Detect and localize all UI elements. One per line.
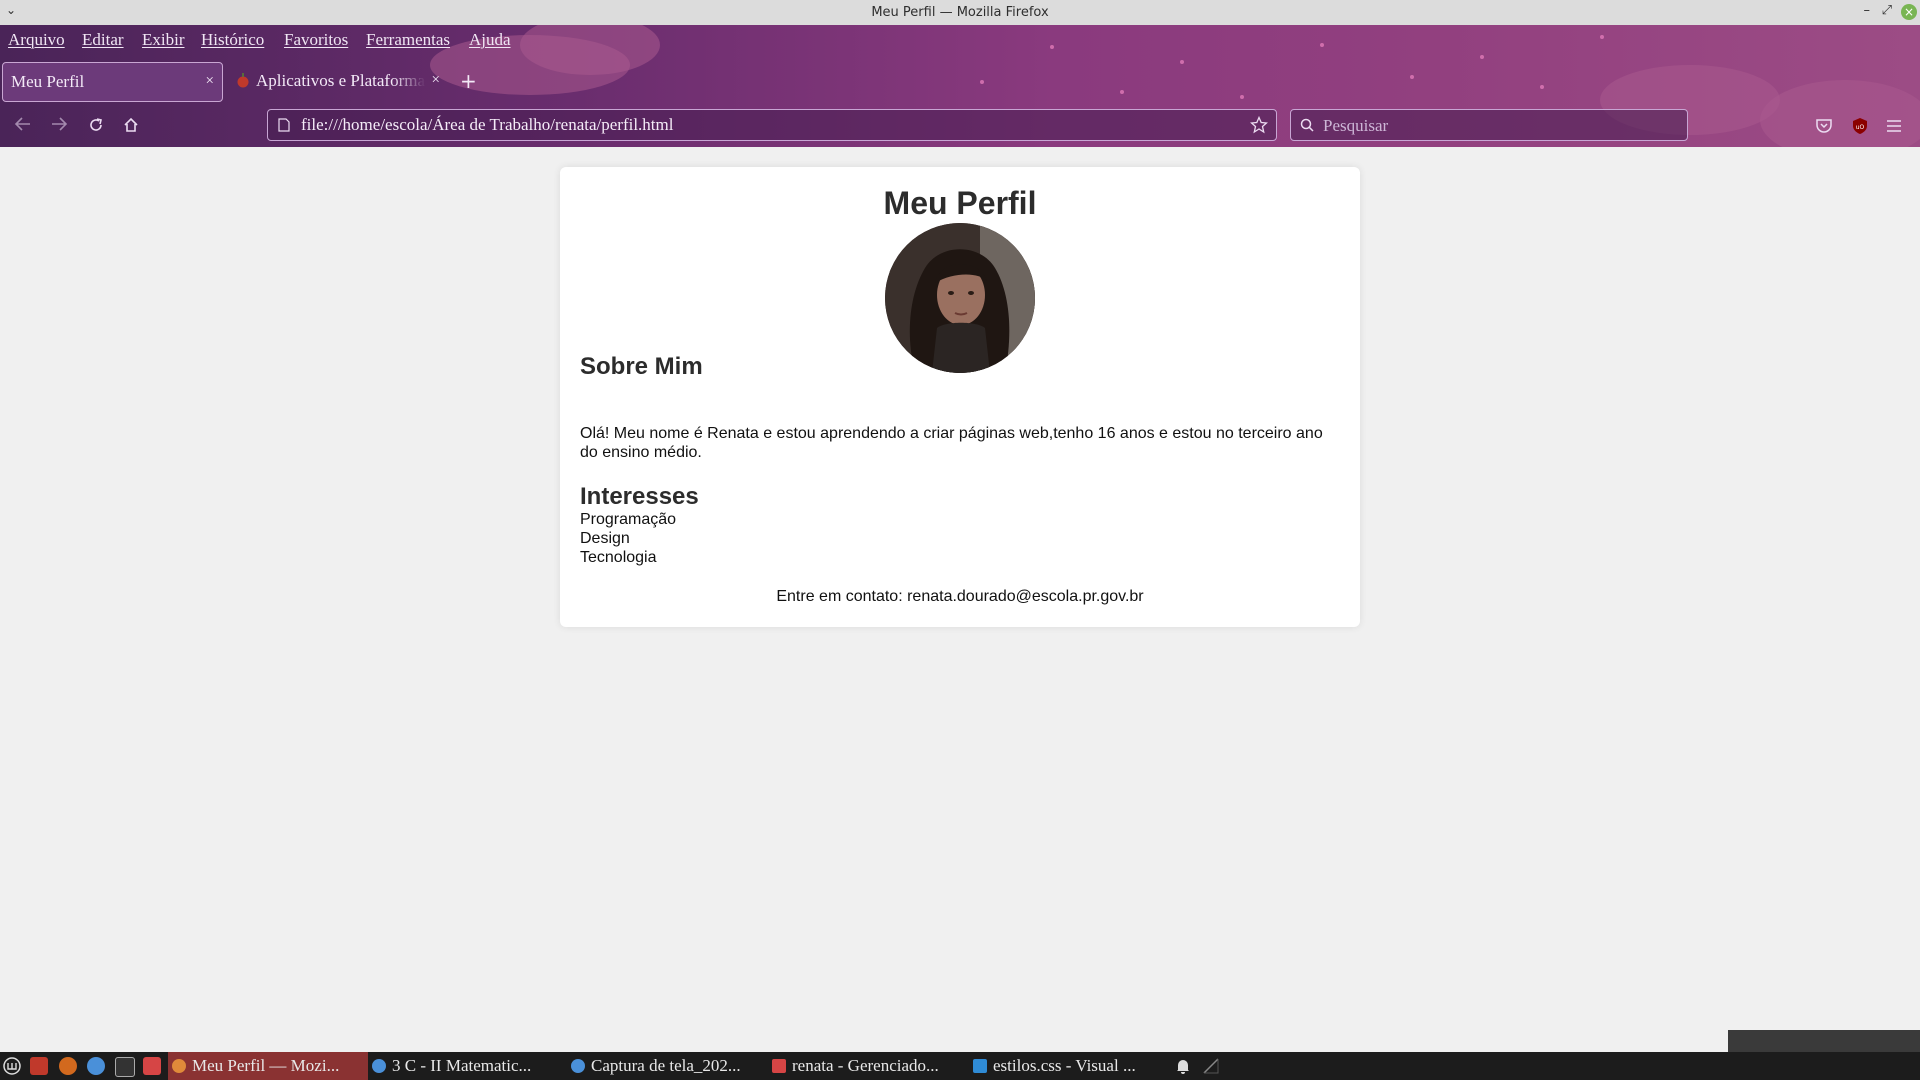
chrome-icon bbox=[372, 1059, 386, 1073]
interests-heading: Interesses bbox=[580, 483, 699, 510]
show-desktop-icon[interactable] bbox=[30, 1057, 48, 1075]
task-firefox[interactable]: Meu Perfil — Mozi... bbox=[168, 1052, 368, 1080]
notifications-bell-icon[interactable] bbox=[1174, 1057, 1192, 1075]
search-bar[interactable] bbox=[1290, 109, 1688, 141]
interest-item: Design bbox=[580, 530, 630, 547]
interests-list: Programação Design Tecnologia bbox=[580, 510, 676, 567]
task-chrome-captura[interactable]: Captura de tela_202... bbox=[571, 1052, 771, 1080]
url-bar[interactable]: file:///home/escola/Área de Trabalho/ren… bbox=[267, 109, 1277, 141]
reload-icon[interactable] bbox=[87, 116, 105, 134]
close-tab-icon[interactable]: × bbox=[206, 73, 214, 90]
menu-arquivo[interactable]: Arquivo bbox=[8, 30, 65, 50]
contact-line: Entre em contato: renata.dourado@escola.… bbox=[776, 588, 1144, 605]
firefox-launcher-icon[interactable] bbox=[59, 1057, 77, 1075]
svg-text:uO: uO bbox=[1856, 124, 1865, 131]
menu-editar[interactable]: Editar bbox=[82, 30, 124, 50]
menu-historico[interactable]: Histórico bbox=[201, 30, 264, 50]
menu-ferramentas[interactable]: Ferramentas bbox=[366, 30, 450, 50]
task-file-manager[interactable]: renata - Gerenciado... bbox=[772, 1052, 972, 1080]
maximize-icon[interactable]: ⤢ bbox=[1882, 3, 1892, 18]
start-menu-icon[interactable] bbox=[3, 1057, 21, 1075]
window-title: Meu Perfil — Mozilla Firefox bbox=[871, 5, 1049, 20]
profile-card: Meu Perfil Sobre Mim Olá! Meu nome é Ren… bbox=[560, 167, 1360, 627]
browser-toolbar: Arquivo Editar Exibir Histórico Favorito… bbox=[0, 25, 1920, 147]
firefox-icon bbox=[172, 1059, 186, 1073]
close-tab-icon[interactable]: × bbox=[432, 72, 440, 89]
search-icon bbox=[1300, 118, 1314, 132]
page-title: Meu Perfil bbox=[883, 185, 1037, 221]
chrome-launcher-icon[interactable] bbox=[87, 1057, 105, 1075]
interest-item: Tecnologia bbox=[580, 549, 657, 566]
tab-label: Meu Perfil bbox=[11, 72, 85, 91]
menu-exibir[interactable]: Exibir bbox=[142, 30, 185, 50]
about-text: Olá! Meu nome é Renata e estou aprendend… bbox=[580, 425, 1323, 461]
hamburger-menu-icon[interactable] bbox=[1886, 119, 1902, 133]
pocket-icon[interactable] bbox=[1815, 118, 1833, 134]
ublock-origin-icon[interactable]: uO bbox=[1851, 117, 1869, 135]
task-chrome-matematica[interactable]: 3 C - II Matematic... bbox=[372, 1052, 567, 1080]
new-tab-icon[interactable]: + bbox=[460, 69, 477, 93]
menu-favoritos[interactable]: Favoritos bbox=[284, 30, 348, 50]
menu-ajuda[interactable]: Ajuda bbox=[469, 30, 511, 50]
page-icon bbox=[278, 118, 290, 132]
close-window-icon[interactable]: × bbox=[1901, 4, 1917, 20]
search-input[interactable] bbox=[1321, 114, 1675, 138]
taskbar: Meu Perfil — Mozi... 3 C - II Matematic.… bbox=[0, 1052, 1920, 1080]
vscode-icon bbox=[973, 1059, 987, 1073]
tab-meu-perfil[interactable]: Meu Perfil × bbox=[2, 62, 223, 102]
files-launcher-icon[interactable] bbox=[143, 1057, 161, 1075]
home-icon[interactable] bbox=[122, 116, 140, 134]
tab-label: Aplicativos e Plataformas bbox=[256, 71, 426, 90]
terminal-launcher-icon[interactable] bbox=[115, 1057, 135, 1077]
network-icon[interactable] bbox=[1202, 1057, 1220, 1075]
profile-photo bbox=[885, 223, 1035, 373]
window-titlebar: ⌄ Meu Perfil — Mozilla Firefox – ⤢ × bbox=[0, 0, 1920, 26]
task-vscode[interactable]: estilos.css - Visual ... bbox=[973, 1052, 1168, 1080]
minimize-icon[interactable]: – bbox=[1864, 3, 1871, 18]
folder-icon bbox=[772, 1059, 786, 1073]
back-icon[interactable] bbox=[14, 116, 32, 132]
bookmark-star-icon[interactable] bbox=[1250, 116, 1268, 134]
forward-icon[interactable] bbox=[50, 116, 68, 132]
chrome-icon bbox=[571, 1059, 585, 1073]
apple-favicon-icon bbox=[237, 73, 249, 88]
desktop-corner bbox=[1728, 1030, 1920, 1052]
interest-item: Programação bbox=[580, 511, 677, 528]
tab-aplicativos[interactable]: Aplicativos e Plataformas × bbox=[232, 62, 442, 100]
about-heading: Sobre Mim bbox=[580, 353, 703, 380]
url-text[interactable]: file:///home/escola/Área de Trabalho/ren… bbox=[301, 115, 673, 135]
